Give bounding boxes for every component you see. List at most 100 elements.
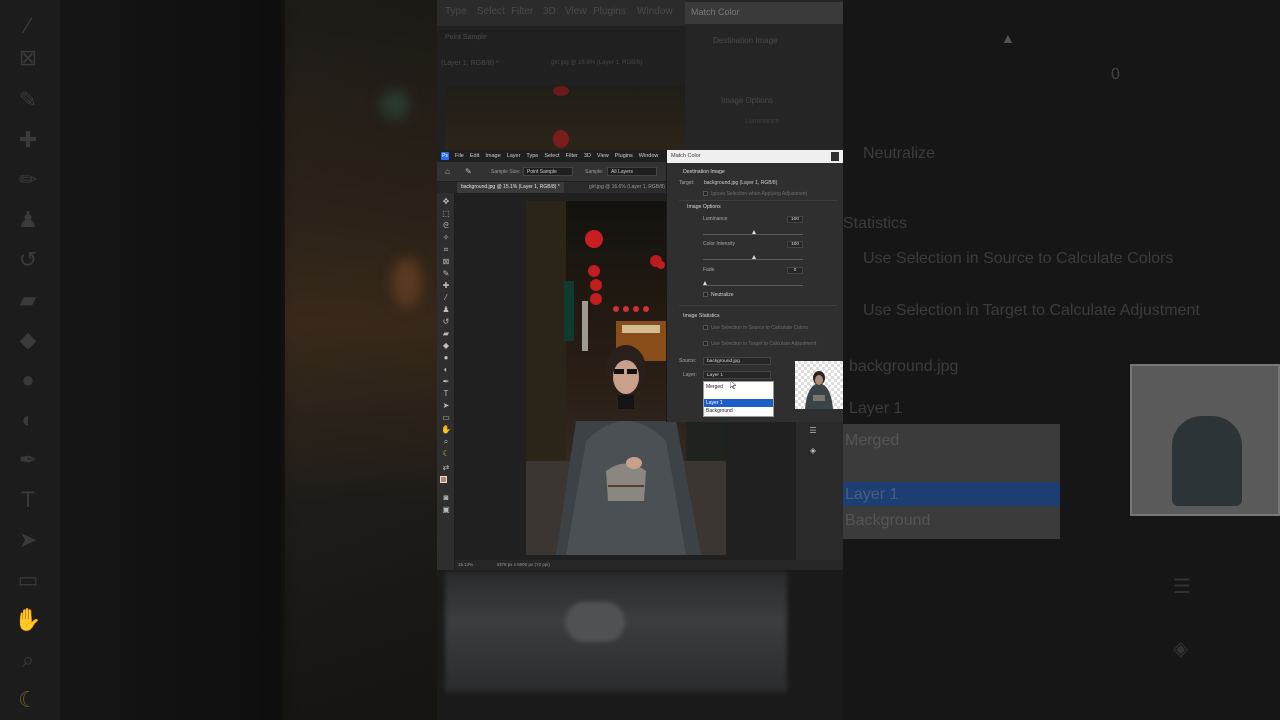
type-tool-icon[interactable]: T <box>441 389 451 399</box>
bg-top-dialog-title-text: Match Color <box>691 7 740 17</box>
tab-background[interactable]: background.jpg @ 15.1% (Layer 1, RGB/8) … <box>457 182 564 193</box>
bg-brush-icon: ⁄ <box>26 13 30 38</box>
bg-stamp-icon: ♟ <box>18 207 38 232</box>
zoom-readout[interactable]: 15.13% <box>458 562 473 567</box>
layers-icon[interactable]: ◈ <box>808 446 818 456</box>
menu-view[interactable]: View <box>597 153 609 159</box>
dodge-tool-icon[interactable]: ◐ <box>441 365 451 375</box>
blurred-bottom-background <box>437 570 843 720</box>
option-background[interactable]: Background <box>704 407 773 415</box>
color-intensity-slider[interactable] <box>703 259 803 260</box>
source-label: Source: <box>679 358 697 364</box>
zoom-tool-icon[interactable]: ⌕ <box>441 437 451 447</box>
bg-sign-glow <box>380 90 410 120</box>
preview-figure <box>805 371 833 409</box>
status-bar: 15.13% 3376 px x 6000 px (72 ppi) <box>455 560 843 570</box>
luminance-slider[interactable] <box>703 234 803 235</box>
fade-slider[interactable] <box>703 285 803 286</box>
history-brush-icon[interactable]: ↺ <box>441 317 451 327</box>
fade-slider-handle[interactable] <box>703 281 707 285</box>
foreground-color-swatch[interactable] <box>440 476 447 483</box>
quick-select-tool-icon[interactable]: ✧ <box>441 233 451 243</box>
bg-lantern <box>553 86 569 96</box>
menu-image[interactable]: Image <box>485 153 500 159</box>
use-selection-target-label: Use Selection in Target to Calculate Adj… <box>711 341 817 347</box>
brush-tool-icon[interactable]: ⁄ <box>441 293 451 303</box>
menu-file[interactable]: File <box>455 153 464 159</box>
menu-edit[interactable]: Edit <box>470 153 479 159</box>
sample-select[interactable]: All Layers <box>607 167 657 176</box>
menu-select[interactable]: Select <box>544 153 559 159</box>
bg-blur-icon: ● <box>21 367 35 392</box>
menu-window[interactable]: Window <box>639 153 659 159</box>
eraser-tool-icon[interactable]: ▰ <box>441 329 451 339</box>
swap-colors-icon[interactable]: ⇄ <box>441 463 451 473</box>
quick-mask-icon[interactable]: ◙ <box>441 493 451 503</box>
lasso-tool-icon[interactable]: ᘓ <box>441 221 451 231</box>
menu-plugins[interactable]: Plugins <box>615 153 633 159</box>
menu-type[interactable]: Type <box>526 153 538 159</box>
menu-3d[interactable]: 3D <box>584 153 591 159</box>
bg-right-statistics: Statistics <box>843 215 908 232</box>
menu-layer[interactable]: Layer <box>507 153 521 159</box>
layer-select[interactable]: Layer 1 <box>703 371 771 379</box>
crop-tool-icon[interactable]: ⌗ <box>441 245 451 255</box>
use-selection-target-checkbox[interactable] <box>703 341 708 346</box>
bg-top-sample: Point Sample <box>445 34 487 41</box>
blurred-left-background: ⁄ ⊠ ✎ ✚ ✏ ♟ ↺ ▰ ◆ ● ◐ ✒ T ➤ ▭ ✋ ⌕ ☾ <box>0 0 437 720</box>
bg-right-option: Merged <box>845 432 900 449</box>
move-tool-icon[interactable]: ✥ <box>441 197 451 207</box>
sample-size-label: Sample Size: <box>491 169 521 175</box>
layer-dropdown-menu: Merged Layer 1 Background <box>703 381 774 417</box>
luminance-input[interactable]: 100 <box>787 216 803 223</box>
bg-bottom-photo <box>445 572 787 692</box>
bg-top-destination: Destination Image <box>713 36 778 45</box>
tab-girl[interactable]: girl.jpg @ 16.6% (Layer 1, RGB/8) <box>585 182 669 193</box>
pen-tool-icon[interactable]: ✒ <box>441 377 451 387</box>
photoshop-window: Ps File Edit Image Layer Type Select Fil… <box>437 150 843 570</box>
layer-label: Layer: <box>683 372 697 378</box>
source-select[interactable]: background.jpg <box>703 357 771 365</box>
bg-top-photo <box>445 86 685 150</box>
option-layer-1[interactable]: Layer 1 <box>704 399 773 407</box>
fade-input[interactable]: 0 <box>787 267 803 274</box>
neutralize-checkbox[interactable] <box>703 292 708 297</box>
divider <box>679 305 837 306</box>
bg-top-tab1: (Layer 1, RGB/8) * <box>441 60 499 67</box>
color-intensity-slider-handle[interactable] <box>752 255 756 259</box>
bg-eyedropper-icon: ✎ <box>18 87 38 112</box>
rectangle-tool-icon[interactable]: ▭ <box>441 413 451 423</box>
frame-tool-icon[interactable]: ⊠ <box>441 257 451 267</box>
ignore-selection-checkbox[interactable] <box>703 191 708 196</box>
hand-tool-icon[interactable]: ✋ <box>441 425 451 435</box>
blur-tool-icon[interactable]: ● <box>441 353 451 363</box>
path-select-tool-icon[interactable]: ➤ <box>441 401 451 411</box>
bg-history-icon: ↺ <box>18 247 38 272</box>
adjustments-icon[interactable]: ☰ <box>808 426 818 436</box>
bg-bag <box>565 602 625 642</box>
ignore-selection-label: Ignore Selection when Applying Adjustmen… <box>711 191 807 197</box>
mouse-cursor-icon <box>730 380 736 389</box>
bg-top-menu-item: View <box>565 6 587 17</box>
bucket-tool-icon[interactable]: ◆ <box>441 341 451 351</box>
screen-mode-icon[interactable]: ▣ <box>441 505 451 515</box>
bg-right-preview-figure <box>1172 416 1242 506</box>
luminance-slider-handle[interactable] <box>752 230 756 234</box>
menu-filter[interactable]: Filter <box>566 153 578 159</box>
bg-banana-icon: ☾ <box>18 687 38 712</box>
bg-top-dialog-title: Match Color <box>685 2 843 24</box>
healing-tool-icon[interactable]: ✚ <box>441 281 451 291</box>
option-merged[interactable]: Merged <box>704 383 773 391</box>
eyedropper-icon[interactable]: ✎ <box>465 167 472 176</box>
color-intensity-input[interactable]: 100 <box>787 241 803 248</box>
fade-label: Fade <box>703 267 715 273</box>
eyedropper-tool-icon[interactable]: ✎ <box>441 269 451 279</box>
sample-size-select[interactable]: Point Sample <box>523 167 573 176</box>
stamp-tool-icon[interactable]: ♟ <box>441 305 451 315</box>
use-selection-source-checkbox[interactable] <box>703 325 708 330</box>
neutralize-label: Neutralize <box>711 292 734 298</box>
banana-icon[interactable]: ☾ <box>441 449 451 459</box>
home-icon[interactable]: ⌂ <box>445 168 454 176</box>
target-label: Target: <box>679 180 695 186</box>
marquee-tool-icon[interactable]: ⬚ <box>441 209 451 219</box>
